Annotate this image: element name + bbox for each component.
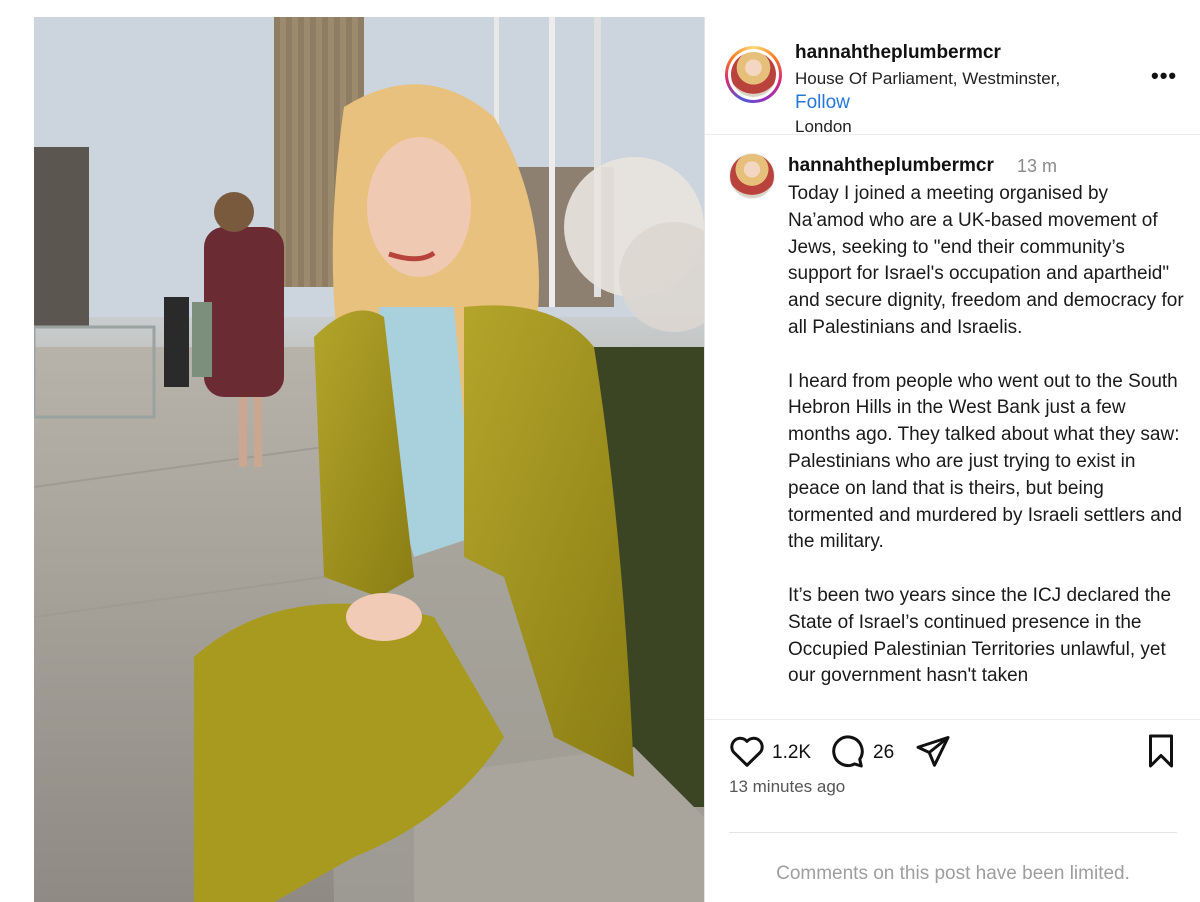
caption-username[interactable]: hannahtheplumbermcr <box>788 155 994 177</box>
action-bar: 1.2K 26 <box>705 719 1200 779</box>
comment-icon[interactable] <box>829 733 865 769</box>
post-timestamp[interactable]: 13 minutes ago <box>729 777 845 797</box>
caption-paragraph: Today I joined a meeting organised by Na… <box>788 183 1184 338</box>
caption-avatar[interactable] <box>729 153 775 199</box>
caption-text: Today I joined a meeting organised by Na… <box>788 181 1188 708</box>
bookmark-icon[interactable] <box>1145 733 1177 769</box>
caption-paragraph: It’s been two years since the ICJ declar… <box>788 584 1172 687</box>
comments-limited-notice: Comments on this post have been limited. <box>776 863 1130 884</box>
caption-paragraph: I heard from people who went out to the … <box>788 370 1182 553</box>
caption-time[interactable]: 13 m <box>1017 156 1057 177</box>
post-sidebar: hannahtheplumbermcr House Of Parliament,… <box>704 17 1200 902</box>
location-text[interactable]: House Of Parliament, Westminster, Follow… <box>795 67 1085 139</box>
post-header: hannahtheplumbermcr House Of Parliament,… <box>705 17 1200 136</box>
follow-button[interactable]: Follow <box>795 92 850 113</box>
like-count[interactable]: 1.2K <box>772 742 811 764</box>
more-options-icon[interactable]: ••• <box>1151 63 1177 89</box>
location-line1[interactable]: House Of Parliament, Westminster, <box>795 69 1060 88</box>
avatar-image <box>731 52 776 97</box>
post-photo[interactable] <box>34 17 704 902</box>
heart-icon[interactable] <box>729 734 765 768</box>
share-icon[interactable] <box>915 733 951 769</box>
location-line2[interactable]: London <box>795 117 852 136</box>
avatar[interactable] <box>725 46 782 103</box>
comment-count[interactable]: 26 <box>873 742 894 764</box>
photo-illustration <box>34 17 704 902</box>
header-username[interactable]: hannahtheplumbermcr <box>795 42 1001 64</box>
caption-area: hannahtheplumbermcr 13 m Today I joined … <box>705 136 1200 708</box>
divider <box>729 832 1177 833</box>
photo-panel <box>0 0 704 902</box>
